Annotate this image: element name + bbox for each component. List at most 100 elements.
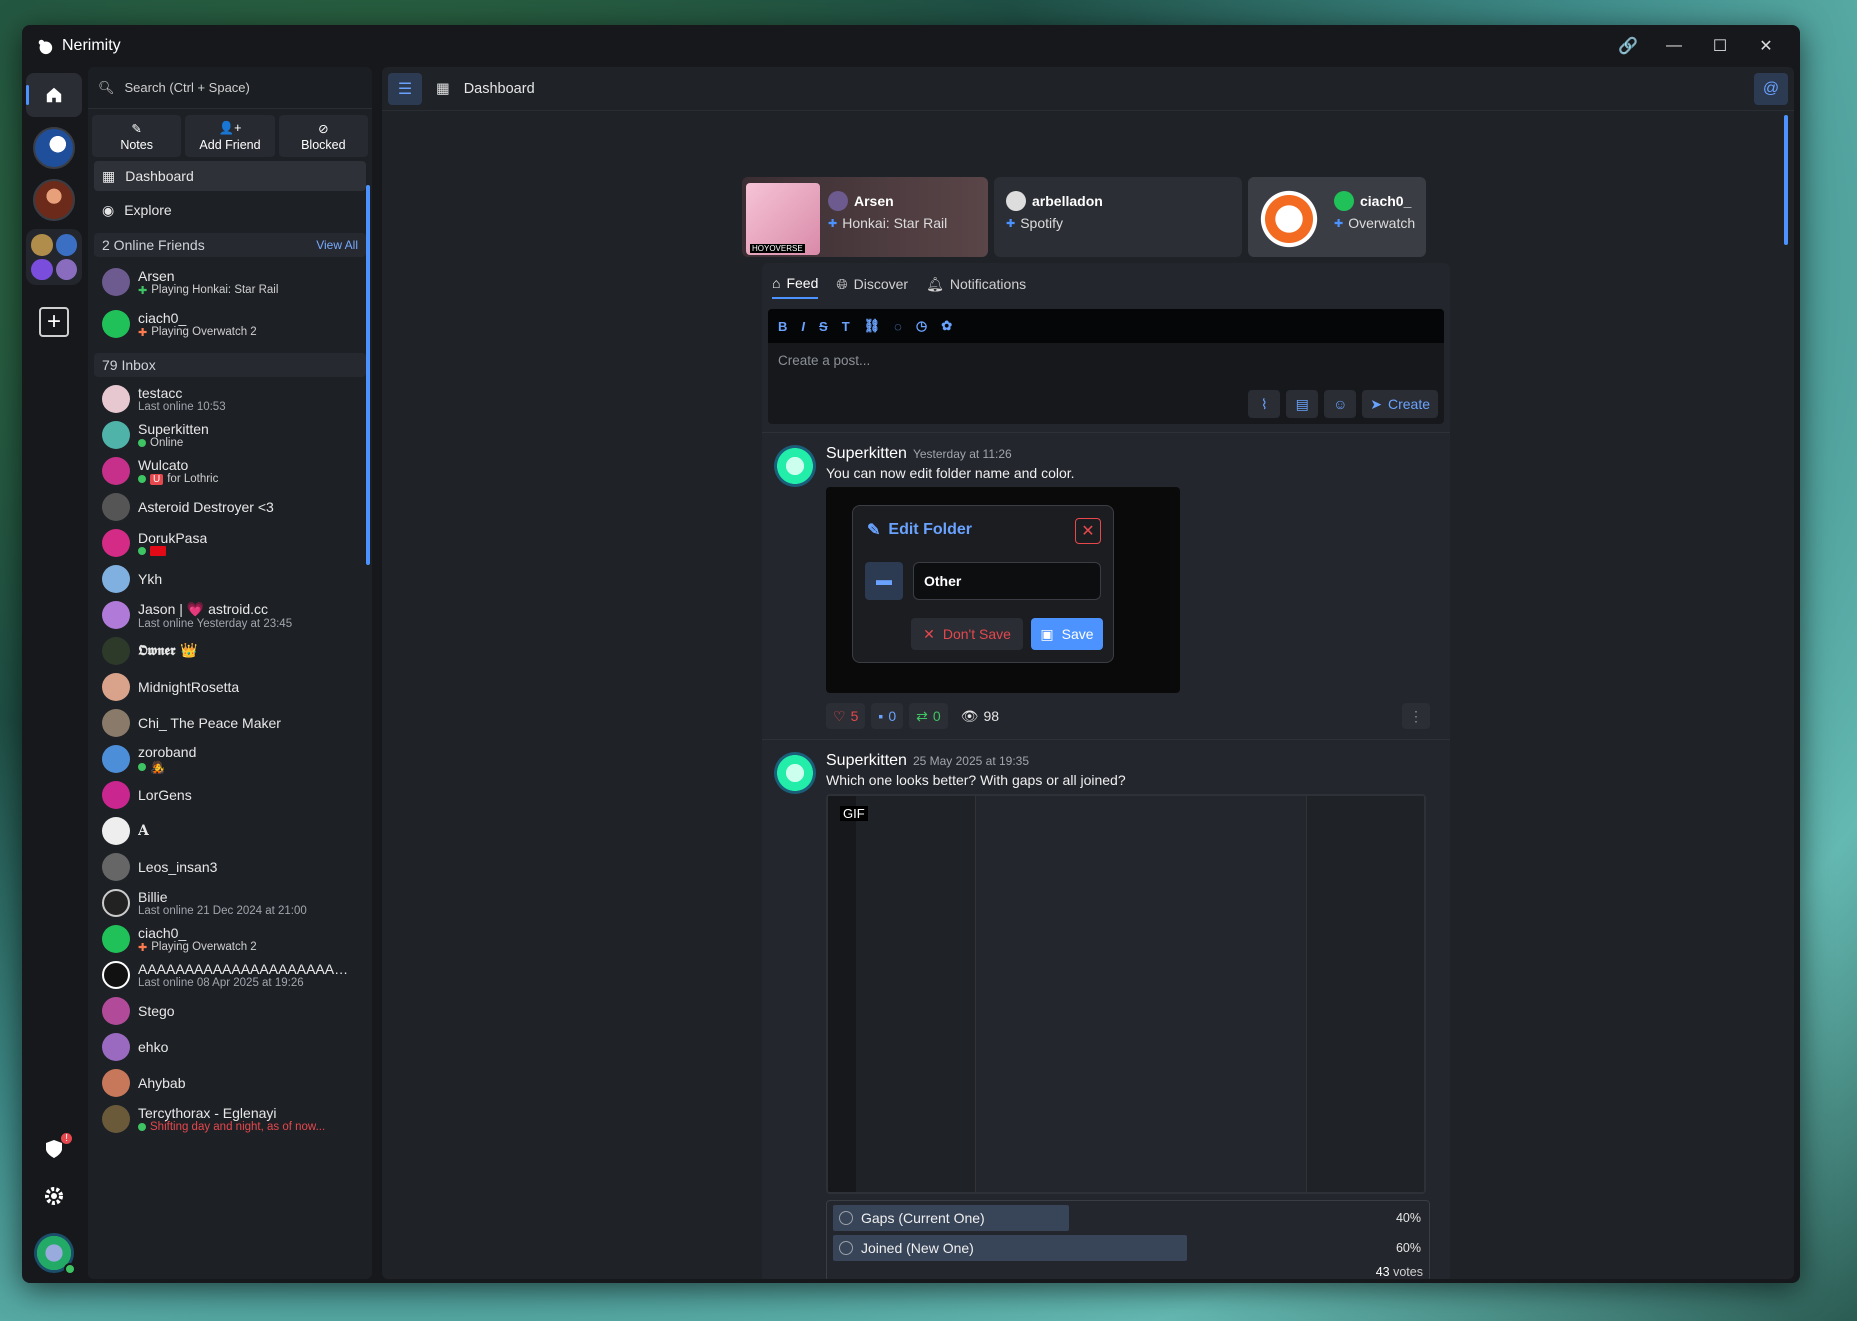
bold-button[interactable]: B bbox=[778, 319, 787, 334]
repost-button[interactable]: ⇄ 0 bbox=[909, 703, 948, 729]
nav-explore[interactable]: ◉ Explore bbox=[94, 195, 366, 225]
tab-notifications[interactable]: 🔔︎ Notifications bbox=[926, 275, 1026, 299]
sidebar: 🔍︎ Search (Ctrl + Space) ✎ Notes 👤+ Add Fr… bbox=[88, 67, 372, 1279]
main-scrollbar[interactable] bbox=[1784, 115, 1788, 245]
avatar bbox=[102, 268, 130, 296]
post-input[interactable]: Create a post... bbox=[778, 353, 870, 368]
heart-icon: ♡ bbox=[833, 707, 846, 724]
link-icon[interactable]: ⛓ bbox=[864, 318, 881, 334]
avatar bbox=[102, 421, 130, 449]
save-button[interactable]: ▣ Save bbox=[1031, 618, 1103, 650]
server-folder[interactable] bbox=[26, 229, 82, 285]
text-size-button[interactable]: T bbox=[842, 319, 850, 334]
add-server-button[interactable]: + bbox=[39, 307, 69, 337]
add-friend-button[interactable]: 👤+ Add Friend bbox=[185, 115, 275, 157]
tab-feed[interactable]: ⌂ Feed bbox=[772, 275, 819, 299]
spoiler-icon[interactable]: ◌ bbox=[894, 319, 902, 334]
online-status-icon bbox=[138, 547, 146, 555]
timestamp-icon[interactable]: ◷ bbox=[916, 318, 927, 334]
create-post-button[interactable]: ➤ Create bbox=[1362, 390, 1438, 418]
inbox-item[interactable]: LorGens bbox=[88, 777, 372, 813]
like-button[interactable]: ♡ 5 bbox=[826, 703, 866, 729]
inbox-item[interactable]: Wulcato Ufor Lothric bbox=[88, 453, 372, 489]
feed-tabs: ⌂ Feed 🌐︎ Discover 🔔︎ Notifications bbox=[762, 263, 1450, 303]
online-status-icon bbox=[138, 439, 146, 447]
inbox-item[interactable]: Chi_ The Peace Maker bbox=[88, 705, 372, 741]
add-friend-icon: 👤+ bbox=[218, 120, 242, 135]
search-input[interactable]: 🔍︎ Search (Ctrl + Space) bbox=[88, 67, 372, 109]
inbox-item[interactable]: Ahybab bbox=[88, 1065, 372, 1101]
inbox-item[interactable]: Asteroid Destroyer <3 bbox=[88, 489, 372, 525]
inbox-item[interactable]: Leos_insan3 bbox=[88, 849, 372, 885]
attach-button[interactable]: ⌇ bbox=[1248, 390, 1281, 418]
feed-panel: ⌂ Feed 🌐︎ Discover 🔔︎ Notifications B I S T… bbox=[762, 263, 1450, 1279]
emoji-button[interactable]: ☺ bbox=[1324, 390, 1357, 418]
poll-button[interactable]: ▤ bbox=[1286, 390, 1319, 418]
home-icon: ⌂ bbox=[772, 275, 781, 291]
inbox-item[interactable]: MidnightRosetta bbox=[88, 669, 372, 705]
blocked-button[interactable]: ⊘ Blocked bbox=[278, 115, 368, 157]
sidebar-scrollbar[interactable] bbox=[366, 185, 370, 565]
post-image[interactable]: ✎ Edit Folder ✕ ▬ Other ✕ Don't Save ▣ Save bbox=[826, 487, 1180, 693]
post-image[interactable]: GIF bbox=[826, 794, 1426, 1194]
dont-save-button[interactable]: ✕ Don't Save bbox=[911, 618, 1023, 650]
poll-option[interactable]: Gaps (Current One) 40% bbox=[833, 1205, 1423, 1231]
inbox-item[interactable]: Tercythorax - Eglenayi Shifting day and n… bbox=[88, 1101, 372, 1137]
tab-discover[interactable]: 🌐︎ Discover bbox=[836, 275, 908, 299]
inbox-item[interactable]: A bbox=[88, 813, 372, 849]
link-icon[interactable]: 🔗 bbox=[1608, 31, 1648, 61]
home-button[interactable] bbox=[26, 73, 82, 117]
avatar bbox=[102, 853, 130, 881]
activity-card[interactable]: arbelladon ✚ Spotify bbox=[994, 177, 1242, 257]
inbox-item[interactable]: Stego bbox=[88, 993, 372, 1029]
notes-button[interactable]: ✎ Notes bbox=[92, 115, 182, 157]
inbox-item[interactable]: Superkitten Online bbox=[88, 417, 372, 453]
color-palette-icon[interactable]: ✿ bbox=[941, 318, 952, 334]
italic-button[interactable]: I bbox=[801, 319, 805, 334]
server-avatar[interactable] bbox=[33, 127, 75, 169]
friend-item[interactable]: ciach0_ ✚ Playing Overwatch 2 bbox=[88, 303, 372, 345]
folder-icon[interactable]: ▬ bbox=[865, 562, 903, 600]
close-icon[interactable]: ✕ bbox=[1075, 518, 1101, 544]
user-avatar[interactable] bbox=[34, 1233, 76, 1275]
inbox-item[interactable]: Jason | 💗 astroid.cc Last online Yesterda… bbox=[88, 597, 372, 633]
close-window-button[interactable]: ✕ bbox=[1746, 31, 1786, 61]
more-options-button[interactable]: ⋮ bbox=[1402, 703, 1430, 729]
avatar bbox=[102, 673, 130, 701]
menu-toggle-button[interactable]: ☰ bbox=[388, 72, 422, 105]
post-author[interactable]: Superkitten bbox=[826, 445, 907, 462]
close-icon: ✕ bbox=[923, 625, 935, 642]
avatar[interactable] bbox=[774, 445, 816, 487]
inbox-item[interactable]: AAAAAAAAAAAAAAAAAAAAAAAAAAALast online 0… bbox=[88, 957, 372, 993]
folder-name-input[interactable]: Other bbox=[913, 562, 1101, 600]
inbox-item[interactable]: Ykh bbox=[88, 561, 372, 597]
comment-button[interactable]: ▪ 0 bbox=[871, 703, 904, 729]
view-all-link[interactable]: View All bbox=[316, 238, 358, 252]
poll-option[interactable]: Joined (New One) 60% bbox=[833, 1235, 1423, 1261]
server-avatar[interactable] bbox=[33, 179, 75, 221]
inbox-item[interactable]: Billie Last online 21 Dec 2024 at 21:00 bbox=[88, 885, 372, 921]
mentions-button[interactable]: @ bbox=[1754, 72, 1788, 105]
inbox-item[interactable]: ciach0_ ✚ Playing Overwatch 2 bbox=[88, 921, 372, 957]
strikethrough-button[interactable]: S bbox=[819, 319, 828, 334]
moderation-shield-icon[interactable]: ! bbox=[44, 1133, 72, 1164]
inbox-item[interactable]: 𝕺𝖜𝖓𝖊𝖗 👑 bbox=[88, 633, 372, 669]
avatar bbox=[102, 565, 130, 593]
post-composer: B I S T ⛓ ◌ ◷ ✿ Create a post... ⌇ ▤ ☺ ➤… bbox=[768, 309, 1444, 424]
settings-gear-icon[interactable] bbox=[44, 1186, 64, 1211]
app-title: Nerimity bbox=[62, 37, 121, 54]
avatar[interactable] bbox=[774, 752, 816, 794]
inbox-item[interactable]: testacc Last online 10:53 bbox=[88, 381, 372, 417]
inbox-item[interactable]: ehko bbox=[88, 1029, 372, 1065]
gif-badge: GIF bbox=[840, 806, 868, 821]
friend-item[interactable]: Arsen ✚ Playing Honkai: Star Rail bbox=[88, 261, 372, 303]
inbox-item[interactable]: DorukPasa bbox=[88, 525, 372, 561]
minimize-button[interactable]: — bbox=[1654, 31, 1694, 61]
activity-card[interactable]: HOYOVERSE Arsen ✚ Honkai: Star Rail bbox=[742, 177, 988, 257]
post-author[interactable]: Superkitten bbox=[826, 752, 907, 769]
nav-dashboard[interactable]: ▦ Dashboard bbox=[94, 161, 366, 191]
page-title: Dashboard bbox=[463, 80, 535, 97]
maximize-button[interactable]: ☐ bbox=[1700, 31, 1740, 61]
activity-card[interactable]: ciach0_ ✚ Overwatch bbox=[1248, 177, 1426, 257]
inbox-item[interactable]: zoroband 🧑‍🎤 bbox=[88, 741, 372, 777]
